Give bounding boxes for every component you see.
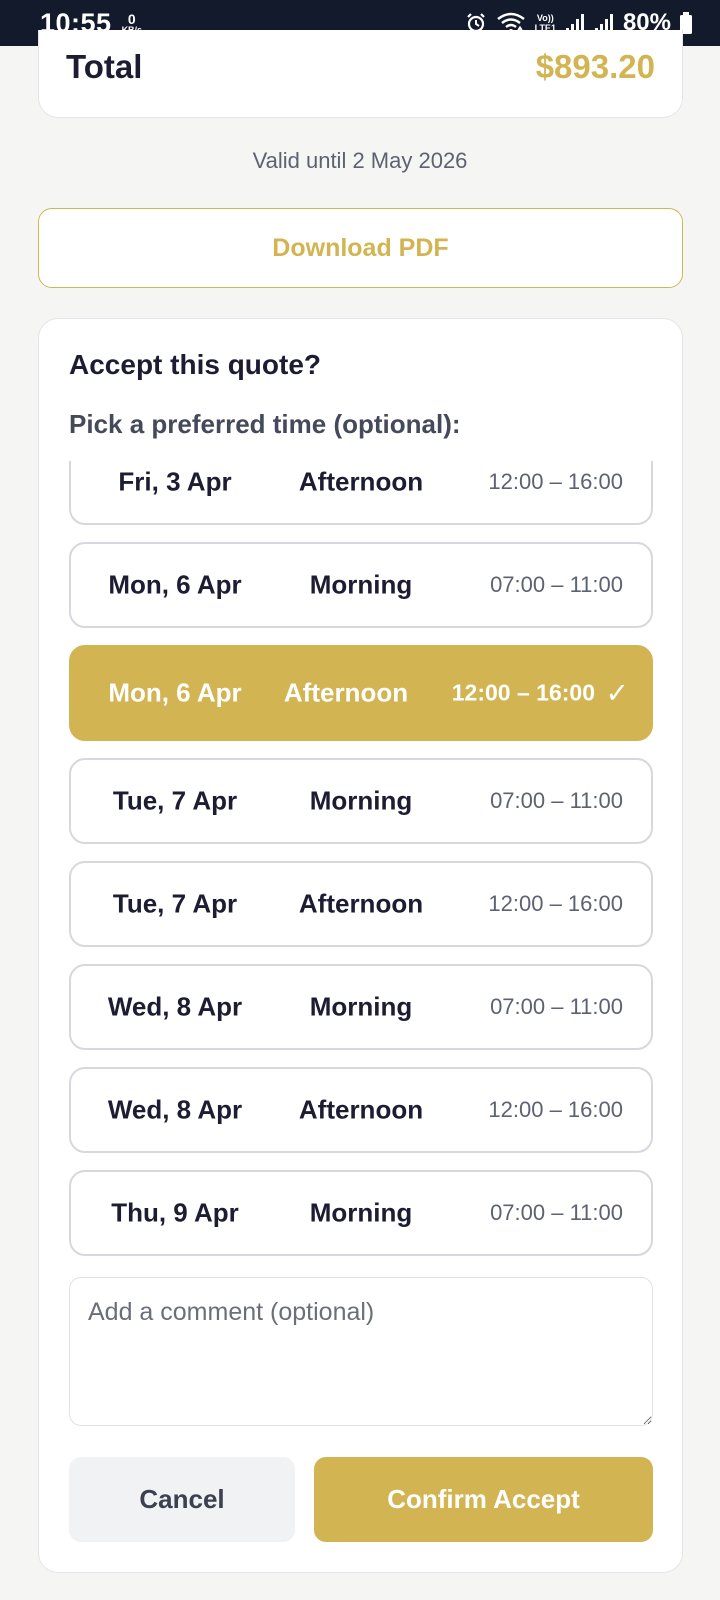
time-slot[interactable]: Thu, 9 Apr Morning 07:00 – 11:00 [69, 1170, 653, 1256]
valid-until-text: Valid until 2 May 2026 [252, 148, 468, 173]
time-picker-label: Pick a preferred time (optional): [69, 409, 461, 439]
slot-period: Morning [309, 785, 413, 816]
cancel-button[interactable]: Cancel [69, 1457, 295, 1542]
slot-day: Tue, 7 Apr [112, 888, 238, 919]
network-speed-value: 0 [127, 10, 136, 27]
slot-time-range: 12:00 – 16:00 [488, 891, 623, 916]
slot-time-range: 07:00 – 11:00 [490, 788, 623, 813]
time-slot[interactable]: Fri, 3 Apr Afternoon 12:00 – 16:00 [69, 461, 653, 525]
time-slot[interactable]: Wed, 8 Apr Afternoon 12:00 – 16:00 [69, 1067, 653, 1153]
time-slot[interactable]: Mon, 6 Apr Morning 07:00 – 11:00 [69, 542, 653, 628]
total-label: Total [66, 48, 143, 85]
slot-day: Mon, 6 Apr [108, 677, 242, 708]
check-icon: ✓ [605, 677, 629, 709]
slot-day: Tue, 7 Apr [112, 785, 238, 816]
accept-quote-card: Accept this quote? Pick a preferred time… [38, 318, 683, 1573]
slot-period: Afternoon [298, 1094, 424, 1125]
slot-period: Morning [309, 569, 413, 600]
time-slot[interactable]: Tue, 7 Apr Morning 07:00 – 11:00 [69, 758, 653, 844]
time-slot-selected[interactable]: Mon, 6 Apr Afternoon 12:00 – 16:00 ✓ [69, 645, 653, 741]
slot-time-range: 07:00 – 11:00 [490, 1200, 623, 1225]
slot-time-range: 12:00 – 16:00 [488, 469, 623, 494]
slot-time-range: 12:00 – 16:00 [488, 1097, 623, 1122]
slot-day: Thu, 9 Apr [111, 1197, 239, 1228]
slot-period: Afternoon [298, 888, 424, 919]
total-value: $893.20 [535, 48, 655, 85]
slot-time-range: 12:00 – 16:00 [451, 679, 595, 706]
slot-period: Afternoon [283, 677, 409, 708]
volte-top: Vo)) [536, 13, 554, 23]
slot-day: Mon, 6 Apr [108, 569, 242, 600]
slot-day: Wed, 8 Apr [107, 1094, 243, 1125]
slot-period: Morning [309, 1197, 413, 1228]
accept-title: Accept this quote? [69, 349, 322, 380]
time-slot-scroller: Fri, 3 Apr Afternoon 12:00 – 16:00 Mon, 6 A… [69, 461, 654, 1273]
slot-period: Afternoon [298, 466, 424, 497]
slot-day: Wed, 8 Apr [107, 991, 243, 1022]
time-slot[interactable]: Wed, 8 Apr Morning 07:00 – 11:00 [69, 964, 653, 1050]
slot-period: Morning [309, 991, 413, 1022]
confirm-accept-button[interactable]: Confirm Accept [314, 1457, 653, 1542]
download-pdf-button[interactable]: Download PDF [38, 208, 683, 288]
time-slot[interactable]: Tue, 7 Apr Afternoon 12:00 – 16:00 [69, 861, 653, 947]
total-card: Total $893.20 [38, 30, 683, 118]
slot-day: Fri, 3 Apr [118, 466, 232, 497]
slot-time-range: 07:00 – 11:00 [490, 994, 623, 1019]
comment-field[interactable] [69, 1277, 653, 1426]
slot-time-range: 07:00 – 11:00 [490, 572, 623, 597]
